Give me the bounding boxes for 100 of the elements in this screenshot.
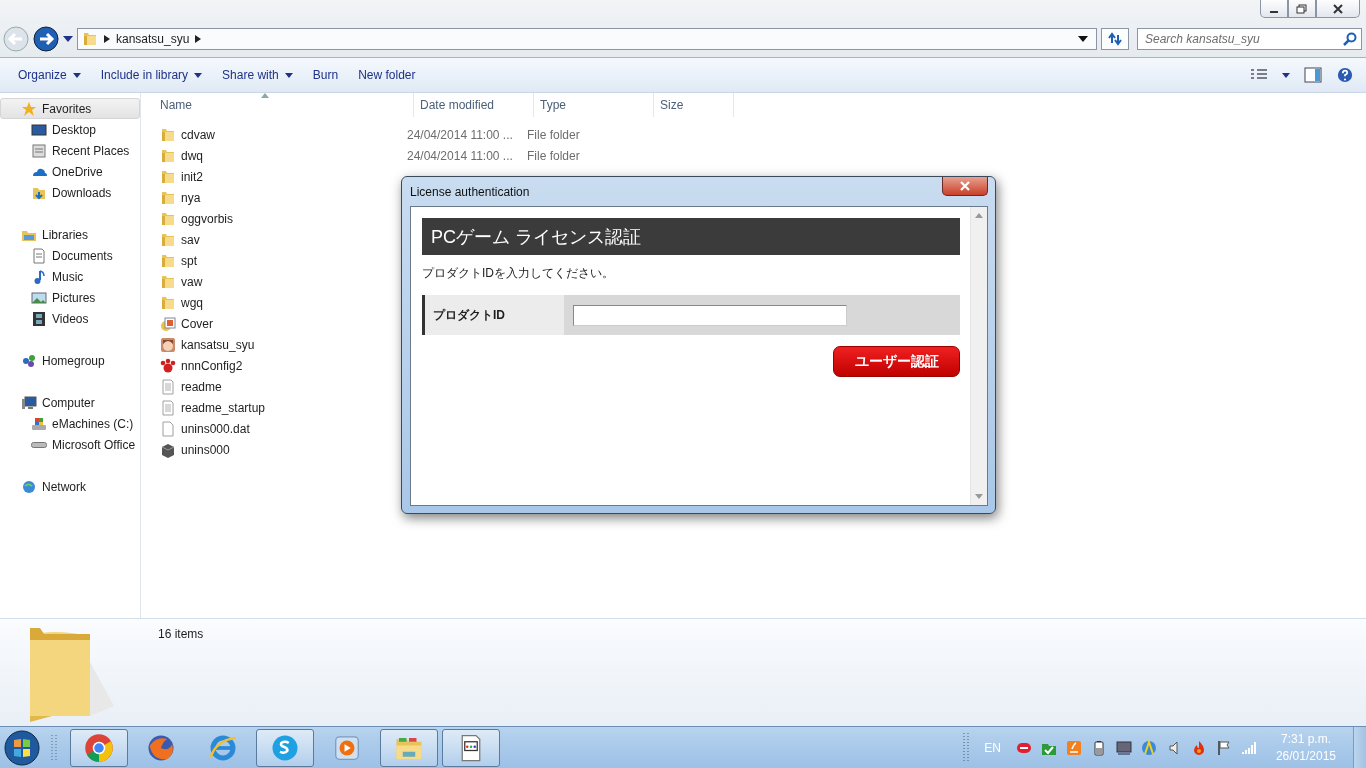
nav-item[interactable]: Network: [0, 476, 140, 497]
sort-arrow-icon: [261, 93, 269, 98]
toolbar-button[interactable]: Burn: [302, 64, 349, 86]
file-name[interactable]: vaw: [181, 274, 203, 289]
dropdown-arrow-icon[interactable]: [1078, 36, 1088, 42]
box-icon: [160, 441, 176, 458]
license-heading: PCゲーム ライセンス認証: [422, 218, 960, 255]
toolbar-button[interactable]: Include in library: [90, 64, 213, 86]
homegroup-icon: [21, 352, 37, 369]
close-icon: [1332, 3, 1344, 14]
close-button[interactable]: [1316, 0, 1360, 18]
picture-file-icon: [160, 315, 176, 332]
taskbar-button[interactable]: [70, 728, 128, 767]
toolbar-button[interactable]: New folder: [348, 64, 426, 86]
scroll-down-icon[interactable]: [975, 494, 983, 499]
column-header[interactable]: Size: [654, 93, 734, 117]
date-cell: 24/04/2014 11:00 ...: [407, 127, 513, 142]
file-name[interactable]: Cover: [181, 316, 213, 331]
nav-item[interactable]: OneDrive: [0, 161, 140, 182]
file-name[interactable]: unins000: [181, 442, 230, 457]
close-icon: [959, 181, 971, 191]
dropdown-arrow-icon[interactable]: [63, 36, 73, 42]
flag-icon[interactable]: [1215, 739, 1232, 756]
folder-icon: [160, 231, 176, 248]
nav-item[interactable]: Microsoft Office: [0, 434, 140, 455]
paw-icon: [160, 357, 176, 374]
file-name[interactable]: cdvaw: [181, 127, 215, 142]
file-name[interactable]: nnnConfig2: [181, 358, 243, 373]
address-bar[interactable]: kansatsu_syu: [77, 28, 1097, 50]
nav-item[interactable]: Videos: [0, 308, 140, 329]
nav-item[interactable]: Music: [0, 266, 140, 287]
nav-item[interactable]: Libraries: [0, 224, 140, 245]
search-field[interactable]: Search kansatsu_syu: [1137, 28, 1362, 50]
folder-icon: [160, 252, 176, 269]
folder-icon: [160, 147, 176, 164]
nav-item[interactable]: Documents: [0, 245, 140, 266]
column-header[interactable]: Name: [141, 93, 414, 117]
forward-button[interactable]: [33, 26, 59, 52]
scrollbar[interactable]: [970, 207, 987, 505]
file-name[interactable]: dwq: [181, 148, 203, 163]
column-header[interactable]: Type: [534, 93, 654, 117]
folder-icon: [82, 31, 98, 47]
folder-icon: [160, 168, 176, 185]
file-name[interactable]: wgq: [181, 295, 203, 310]
type-cell: File folder: [527, 127, 580, 142]
toolbar-button[interactable]: Organize: [8, 64, 91, 86]
preview-pane-icon[interactable]: [1304, 67, 1322, 83]
taskbar-button[interactable]: [442, 728, 500, 767]
nav-item[interactable]: eMachines (C:): [0, 413, 140, 434]
nav-item[interactable]: Homegroup: [0, 350, 140, 371]
taskbar-button[interactable]: [380, 728, 438, 767]
caret-icon[interactable]: [1282, 72, 1290, 78]
start-button[interactable]: [2, 727, 42, 768]
nav-item[interactable]: Downloads: [0, 182, 140, 203]
document-icon: [31, 247, 47, 264]
type-cell: File folder: [527, 148, 580, 163]
nav-item[interactable]: Pictures: [0, 287, 140, 308]
text-file-icon: [160, 399, 176, 416]
film-icon: [31, 310, 47, 327]
restore-button[interactable]: [1288, 0, 1316, 18]
breadcrumb-arrow-icon[interactable]: [104, 35, 110, 43]
refresh-icon: [1107, 32, 1123, 46]
nav-item[interactable]: Recent Places: [0, 140, 140, 161]
product-id-field[interactable]: [573, 304, 847, 326]
folder-icon: [160, 189, 176, 206]
minimize-button[interactable]: [1260, 0, 1288, 18]
nav-item[interactable]: Desktop: [0, 119, 140, 140]
desktop-icon: [31, 121, 47, 138]
column-header[interactable]: Date modified: [414, 93, 534, 117]
authenticate-button[interactable]: ユーザー認証: [833, 346, 960, 377]
caret-icon: [194, 72, 203, 78]
close-button[interactable]: [942, 177, 988, 196]
recent-places-icon: [31, 142, 47, 159]
refresh-button[interactable]: [1101, 28, 1129, 50]
file-name[interactable]: unins000.dat: [181, 421, 250, 436]
taskbar-button[interactable]: [256, 728, 314, 767]
dialog-title: License authentication: [410, 184, 530, 199]
nav-item[interactable]: Favorites: [0, 98, 140, 119]
folder-icon: [160, 210, 176, 227]
scroll-up-icon[interactable]: [975, 213, 983, 218]
instruction-text: プロダクトIDを入力してください。: [422, 265, 615, 281]
file-name[interactable]: init2: [181, 169, 203, 184]
file-icon: [160, 420, 176, 437]
folder-icon: [160, 273, 176, 290]
toolbar-button[interactable]: Share with: [212, 64, 303, 86]
file-name[interactable]: readme: [181, 379, 222, 394]
file-name[interactable]: spt: [181, 253, 197, 268]
caret-icon: [72, 72, 81, 78]
field-label: プロダクトID: [422, 295, 564, 335]
file-name[interactable]: oggvorbis: [181, 211, 234, 226]
breadcrumb-arrow-icon[interactable]: [195, 35, 202, 43]
file-name[interactable]: sav: [181, 232, 200, 247]
monitor-icon[interactable]: [1115, 739, 1132, 756]
help-icon[interactable]: [1336, 67, 1354, 83]
nav-item[interactable]: Computer: [0, 392, 140, 413]
file-name[interactable]: kansatsu_syu: [181, 337, 255, 352]
breadcrumb[interactable]: kansatsu_syu: [116, 32, 190, 46]
caret-icon: [284, 72, 293, 78]
file-name[interactable]: readme_startup: [181, 400, 266, 415]
file-name[interactable]: nya: [181, 190, 201, 205]
